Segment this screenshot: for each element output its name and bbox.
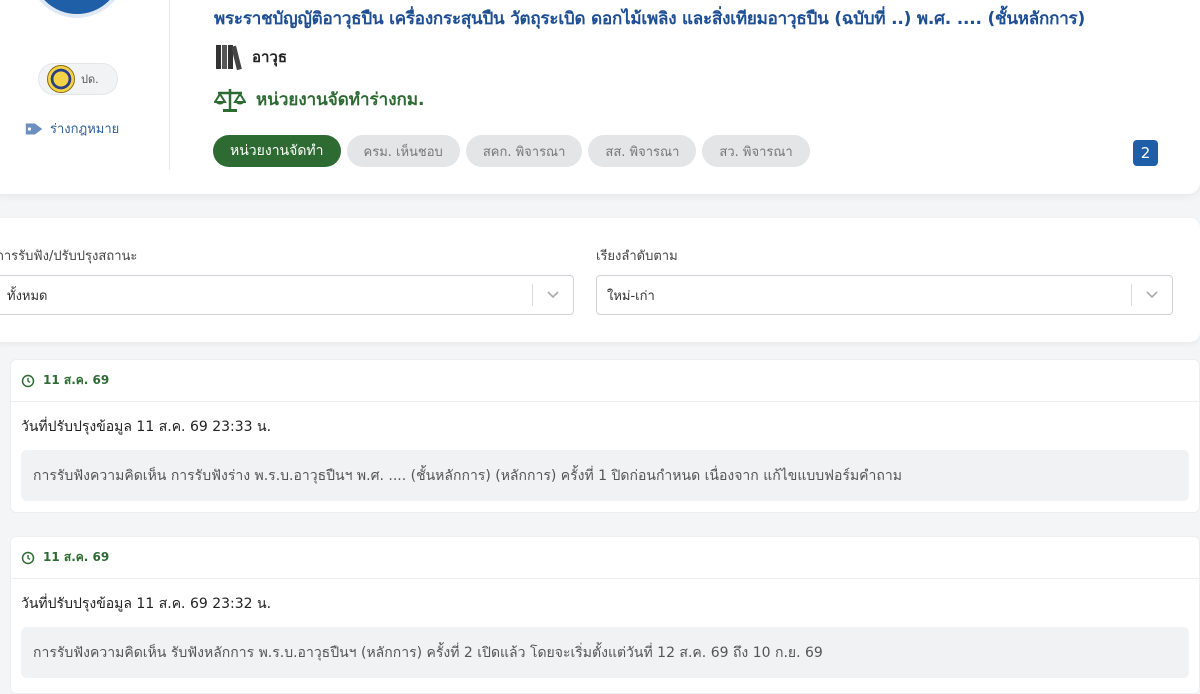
scales-icon [214, 88, 246, 112]
step-cabinet-approve[interactable]: ครม. เห็นชอบ [346, 135, 460, 167]
timeline-entry: 11 ส.ค. 69 วันที่ปรับปรุงข้อมูล 11 ส.ค. … [10, 359, 1200, 513]
category-row: อาวุธ [214, 42, 287, 72]
tag-icon [25, 123, 43, 134]
sort-label: เรียงลำดับตาม [596, 249, 678, 264]
chevron-down-icon[interactable] [533, 290, 573, 300]
header-divider [169, 0, 170, 170]
chevron-down-icon[interactable] [1132, 290, 1172, 300]
current-unit-label: หน่วยงานจัดทำร่างกม. [256, 90, 425, 110]
sort-select[interactable]: ใหม่-เก่า [596, 275, 1173, 315]
entry-description: การรับฟังความคิดเห็น รับฟังหลักการ พ.ร.บ… [21, 627, 1189, 678]
step-senate-review[interactable]: สว. พิจารณา [702, 135, 810, 167]
law-header-card: ปด. ร่างกฎหมาย พระราชบัญญัติอาวุธปืน เคร… [0, 0, 1200, 194]
agency-badge[interactable]: ปด. [38, 63, 118, 95]
law-title[interactable]: พระราชบัญญัติอาวุธปืน เครื่องกระสุนปืน ว… [214, 5, 1085, 32]
current-unit-row: หน่วยงานจัดทำร่างกม. [214, 86, 425, 113]
entry-updated-time: วันที่ปรับปรุงข้อมูล 11 ส.ค. 69 23:33 น. [21, 419, 272, 435]
entry-header: 11 ส.ค. 69 [11, 360, 1199, 402]
entry-description: การรับฟังความคิดเห็น การรับฟังร่าง พ.ร.บ… [21, 450, 1189, 501]
books-icon [216, 45, 242, 71]
clock-icon [21, 374, 35, 387]
agency-seal-icon [47, 65, 75, 93]
agency-label: ปด. [81, 73, 99, 86]
status-filter-label: การรับฟัง/ปรับปรุงสถานะ [0, 249, 138, 264]
count-badge: 2 [1133, 140, 1158, 166]
law-type-label: ร่างกฎหมาย [50, 122, 120, 137]
agency-avatar [28, 0, 126, 18]
entry-header: 11 ส.ค. 69 [11, 537, 1199, 579]
step-drafting-agency[interactable]: หน่วยงานจัดทำ [213, 135, 341, 167]
status-filter-value: ทั้งหมด [7, 288, 48, 304]
filter-card: การรับฟัง/ปรับปรุงสถานะ ทั้งหมด เรียงลำด… [0, 218, 1200, 342]
timeline-entry: 11 ส.ค. 69 วันที่ปรับปรุงข้อมูล 11 ส.ค. … [10, 536, 1200, 694]
process-steps: หน่วยงานจัดทำ ครม. เห็นชอบ สคก. พิจารณา … [213, 135, 810, 167]
sort-value: ใหม่-เก่า [607, 288, 655, 304]
entry-updated-time: วันที่ปรับปรุงข้อมูล 11 ส.ค. 69 23:32 น. [21, 596, 272, 612]
category-label: อาวุธ [252, 48, 288, 66]
step-council-of-state[interactable]: สคก. พิจารณา [465, 135, 583, 167]
step-house-review[interactable]: สส. พิจารณา [588, 135, 697, 167]
law-type-tag[interactable]: ร่างกฎหมาย [24, 118, 119, 139]
clock-icon [21, 551, 35, 564]
entry-date: 11 ส.ค. 69 [43, 373, 110, 387]
entry-date: 11 ส.ค. 69 [43, 550, 110, 564]
status-filter-select[interactable]: ทั้งหมด [0, 275, 574, 315]
